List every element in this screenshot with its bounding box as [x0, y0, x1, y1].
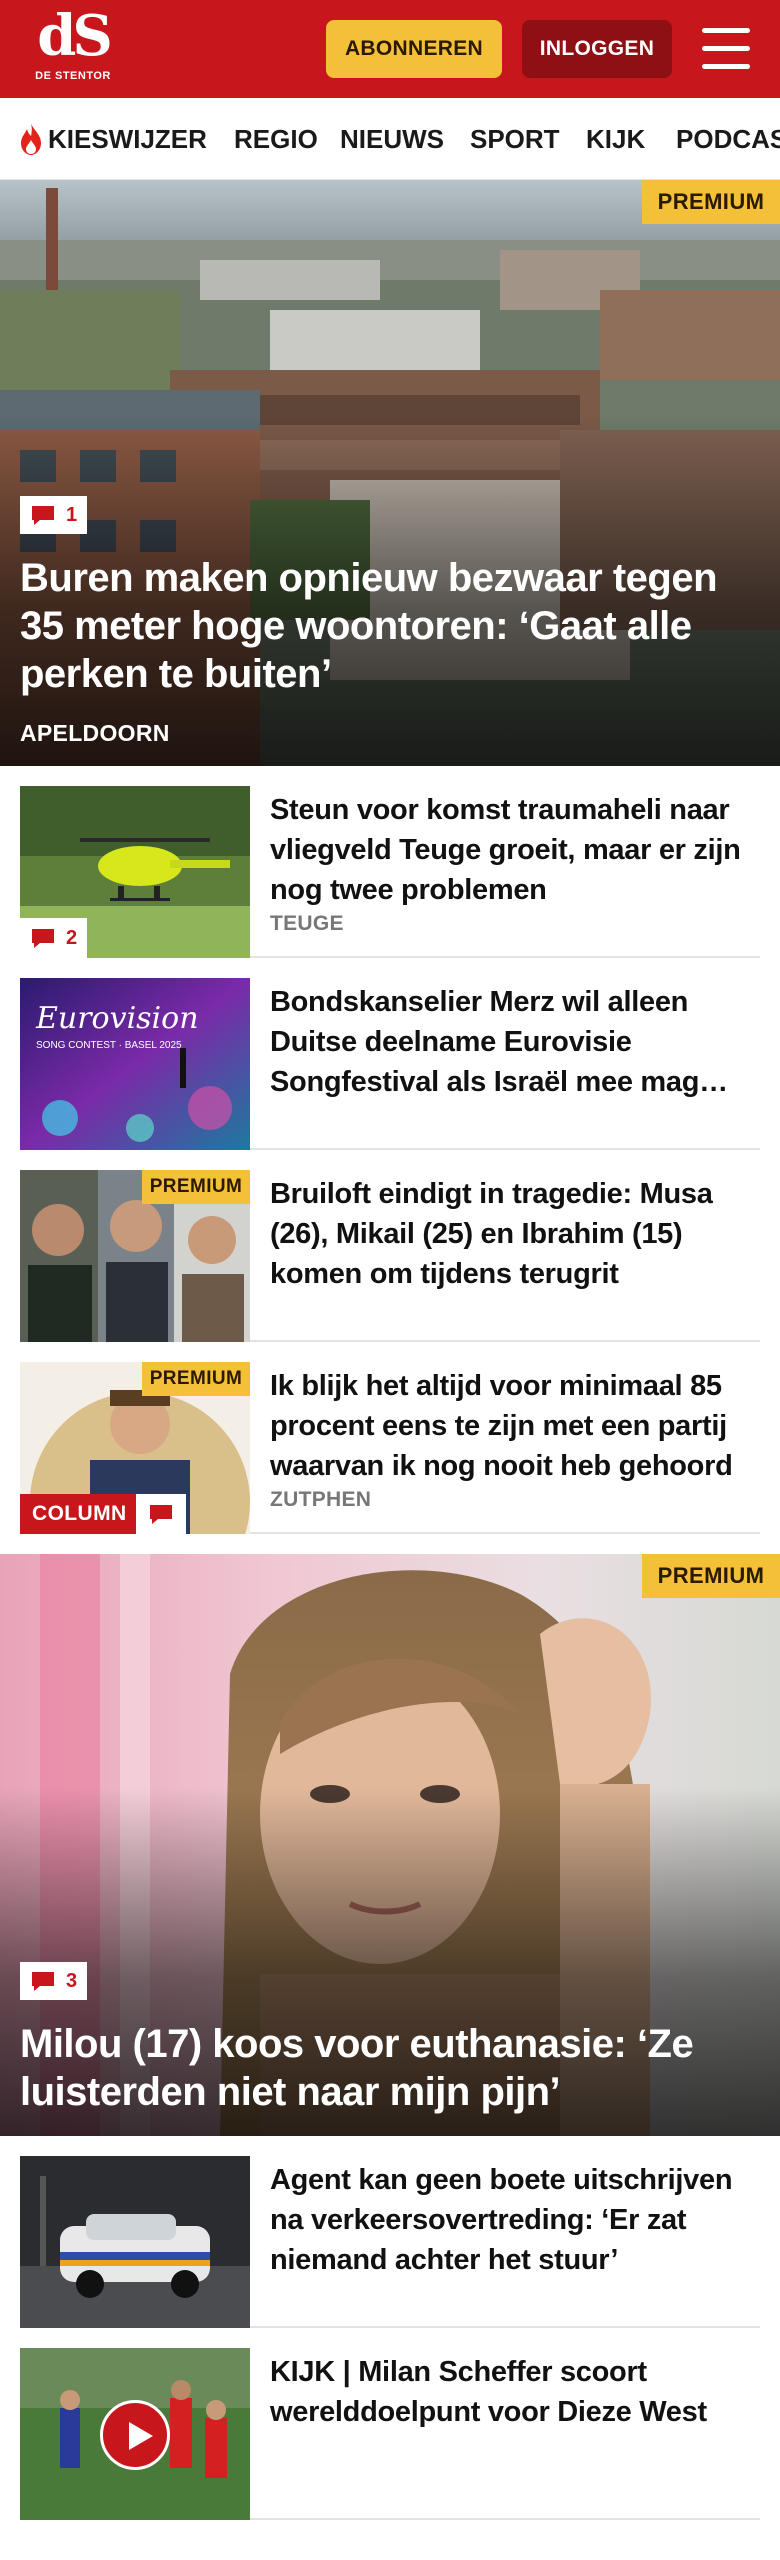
hero-headline[interactable]: Buren maken opnieuw bezwaar tegen 35 met… — [20, 554, 760, 698]
nav-item-podcast[interactable]: PODCAST — [676, 98, 780, 179]
premium-badge: PREMIUM — [142, 1170, 250, 1204]
premium-badge: PREMIUM — [642, 1554, 780, 1598]
comment-icon — [32, 1972, 54, 1991]
list-item[interactable]: KIJK | Milan Scheffer scoort werelddoelp… — [20, 2348, 760, 2520]
list-item[interactable]: PREMIUM Bruiloft eindigt in tragedie: Mu… — [20, 1170, 760, 1342]
play-icon[interactable] — [100, 2400, 170, 2470]
nav-item-nieuws[interactable]: NIEUWS — [340, 98, 444, 179]
article-title[interactable]: Steun voor komst traumaheli naar vliegve… — [270, 790, 760, 910]
comment-count[interactable]: 3 — [20, 1962, 88, 2000]
hero-article-2[interactable]: PREMIUM 3 Milou (17) koos voor euthanasi… — [0, 1554, 780, 2136]
article-thumbnail: PREMIUM COLUMN — [20, 1362, 250, 1534]
flame-icon — [21, 123, 41, 155]
comment-button[interactable] — [136, 1494, 186, 1534]
article-title[interactable]: Ik blijk het altijd voor minimaal 85 pro… — [270, 1366, 760, 1486]
thumb-subtext: SONG CONTEST · BASEL 2025 — [36, 1040, 182, 1051]
comment-count[interactable]: 2 — [20, 918, 88, 958]
list-item[interactable]: PREMIUM COLUMN Ik blijk het altijd voor … — [20, 1362, 760, 1534]
hero-location: APELDOORN — [20, 720, 170, 746]
comment-number: 3 — [66, 1969, 78, 1992]
premium-badge: PREMIUM — [642, 180, 780, 224]
hero-headline[interactable]: Milou (17) koos voor euthanasie: ‘Ze lui… — [20, 2020, 760, 2116]
list-item[interactable]: Eurovision SONG CONTEST · BASEL 2025 Bon… — [20, 978, 760, 1150]
nav-label: KIESWIJZER — [48, 123, 207, 154]
comment-number: 2 — [66, 926, 78, 949]
premium-badge: PREMIUM — [142, 1362, 250, 1396]
hamburger-icon[interactable] — [700, 26, 752, 72]
thumb-text: Eurovision — [35, 1001, 199, 1036]
nav-item-regio[interactable]: REGIO — [234, 98, 318, 179]
article-thumbnail: 2 — [20, 786, 250, 958]
list-item[interactable]: 2 Steun voor komst traumaheli naar vlieg… — [20, 786, 760, 958]
site-logo[interactable]: dS DE STENTOR — [28, 6, 118, 88]
article-location: TEUGE — [270, 912, 344, 935]
article-title[interactable]: Bondskanselier Merz wil alleen Duitse de… — [270, 982, 760, 1102]
list-item[interactable]: Agent kan geen boete uitschrij­ven na ve… — [20, 2156, 760, 2328]
article-title[interactable]: Bruiloft eindigt in tragedie: Musa (26),… — [270, 1174, 760, 1294]
logo-mark: dS — [37, 3, 113, 69]
comment-icon — [32, 929, 54, 948]
article-thumbnail — [20, 2348, 250, 2520]
article-thumbnail: PREMIUM — [20, 1170, 250, 1342]
article-location: ZUTPHEN — [270, 1488, 372, 1511]
column-tag: COLUMN — [20, 1494, 139, 1534]
main-nav: KIESWIJZER REGIO NIEUWS SPORT KIJK PODCA… — [0, 98, 780, 180]
article-title[interactable]: Agent kan geen boete uitschrij­ven na ve… — [270, 2160, 760, 2280]
site-header: dS DE STENTOR ABONNEREN INLOGGEN — [0, 0, 780, 98]
thumb-image-police-car — [20, 2156, 250, 2328]
article-title[interactable]: KIJK | Milan Scheffer scoort werelddoelp… — [270, 2352, 760, 2432]
nav-item-kieswijzer[interactable]: KIESWIJZER — [18, 98, 207, 179]
nav-item-kijk[interactable]: KIJK — [586, 98, 645, 179]
thumb-image-eurovision: Eurovision SONG CONTEST · BASEL 2025 — [20, 978, 250, 1150]
article-thumbnail — [20, 2156, 250, 2328]
comment-icon — [32, 506, 54, 525]
article-thumbnail: Eurovision SONG CONTEST · BASEL 2025 — [20, 978, 250, 1150]
subscribe-button[interactable]: ABONNEREN — [326, 20, 502, 78]
comment-count[interactable]: 1 — [20, 496, 88, 534]
nav-item-sport[interactable]: SPORT — [470, 98, 560, 179]
logo-name: DE STENTOR — [35, 70, 111, 82]
comment-icon — [150, 1505, 172, 1524]
login-button[interactable]: INLOGGEN — [522, 20, 672, 78]
comment-number: 1 — [66, 503, 78, 526]
hero-article-1[interactable]: PREMIUM 1 Buren maken opnieuw bezwaar te… — [0, 180, 780, 766]
